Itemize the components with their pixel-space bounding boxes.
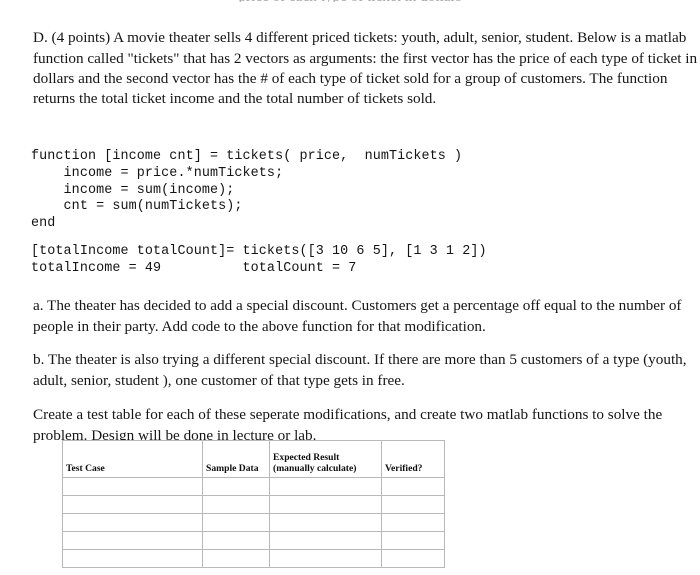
part-b-paragraph: b. The theater is also trying a differen…: [33, 351, 687, 389]
table-row: [62, 549, 445, 568]
matlab-function-code-block: function [income cnt] = tickets( price, …: [31, 149, 463, 231]
column-header-sample-data: Sample Data: [202, 440, 270, 478]
matlab-result-code-block: [totalIncome totalCount]= tickets([3 10 …: [31, 244, 487, 276]
cell-test-case[interactable]: [62, 549, 203, 568]
test-table-header-row: Test Case Sample Data Expected Result (m…: [62, 440, 445, 478]
part-a-paragraph: a. The theater has decided to add a spec…: [33, 297, 682, 335]
table-row: [62, 477, 445, 496]
cell-verified[interactable]: [381, 531, 445, 550]
intro-paragraph: D. (4 points) A movie theater sells 4 di…: [33, 29, 698, 108]
cell-sample-data[interactable]: [202, 513, 270, 532]
column-header-verified-label: Verified?: [385, 463, 423, 475]
cell-verified[interactable]: [381, 549, 445, 568]
cell-verified[interactable]: [381, 477, 445, 496]
cell-expected-result[interactable]: [269, 549, 382, 568]
table-row: [62, 531, 445, 550]
test-table-head: Test Case Sample Data Expected Result (m…: [62, 440, 445, 478]
cell-expected-result[interactable]: [269, 477, 382, 496]
test-table-container: Test Case Sample Data Expected Result (m…: [62, 440, 445, 568]
cell-verified[interactable]: [381, 495, 445, 514]
column-header-sample-data-label: Sample Data: [206, 463, 259, 475]
column-header-test-case-label: Test Case: [66, 463, 105, 475]
cell-test-case[interactable]: [62, 495, 203, 514]
cell-verified[interactable]: [381, 513, 445, 532]
cell-sample-data[interactable]: [202, 531, 270, 550]
column-header-test-case: Test Case: [62, 440, 203, 478]
cell-expected-result[interactable]: [269, 531, 382, 550]
table-row: [62, 495, 445, 514]
column-header-expected-result: Expected Result (manually calculate): [269, 440, 382, 478]
cell-expected-result[interactable]: [269, 513, 382, 532]
table-row: [62, 513, 445, 532]
cell-expected-result[interactable]: [269, 495, 382, 514]
test-table-body: [62, 477, 445, 568]
column-header-expected-result-line2: (manually calculate): [273, 463, 357, 475]
cell-sample-data[interactable]: [202, 495, 270, 514]
cell-sample-data[interactable]: [202, 549, 270, 568]
cut-off-top-text-line: price of each type of ticket in dollars: [0, 0, 700, 2]
cell-test-case[interactable]: [62, 513, 203, 532]
cell-test-case[interactable]: [62, 531, 203, 550]
column-header-verified: Verified?: [381, 440, 445, 478]
test-table: Test Case Sample Data Expected Result (m…: [62, 440, 445, 568]
cell-sample-data[interactable]: [202, 477, 270, 496]
cell-test-case[interactable]: [62, 477, 203, 496]
